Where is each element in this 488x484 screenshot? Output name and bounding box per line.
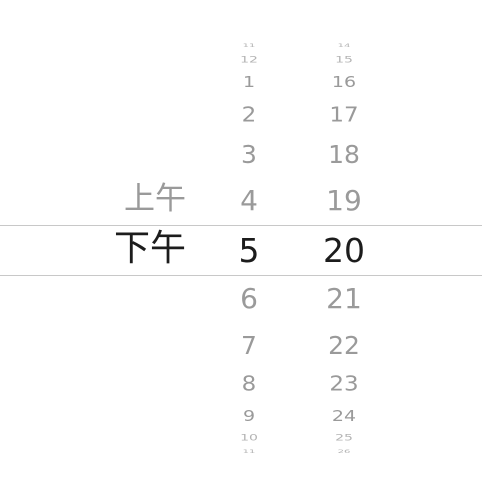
minute-option[interactable]: 17: [284, 104, 404, 126]
minute-option[interactable]: 14: [284, 44, 404, 49]
minute-option[interactable]: 21: [284, 285, 404, 313]
minute-option[interactable]: 18: [284, 142, 404, 167]
minute-option[interactable]: 24: [284, 408, 404, 424]
meridiem-wheel[interactable]: 上午 下午: [66, 0, 186, 484]
minute-wheel[interactable]: 14 15 16 17 18 19 20 21 22 23 24 25 26: [284, 0, 404, 484]
minute-option[interactable]: 19: [284, 187, 404, 215]
minute-option-selected[interactable]: 20: [284, 234, 404, 267]
minute-option[interactable]: 16: [284, 74, 404, 90]
time-picker: 上午 下午 11 12 1 2 3 4 5 6 7 8 9 10 11 14 15 16 17 18 19 20 21…: [0, 0, 488, 484]
minute-option[interactable]: 26: [284, 450, 404, 455]
minute-option[interactable]: 15: [284, 56, 404, 64]
minute-option[interactable]: 22: [284, 333, 404, 358]
meridiem-option[interactable]: 上午: [66, 184, 186, 215]
minute-option[interactable]: 23: [284, 373, 404, 395]
minute-option[interactable]: 25: [284, 434, 404, 442]
meridiem-option-selected[interactable]: 下午: [66, 231, 186, 267]
